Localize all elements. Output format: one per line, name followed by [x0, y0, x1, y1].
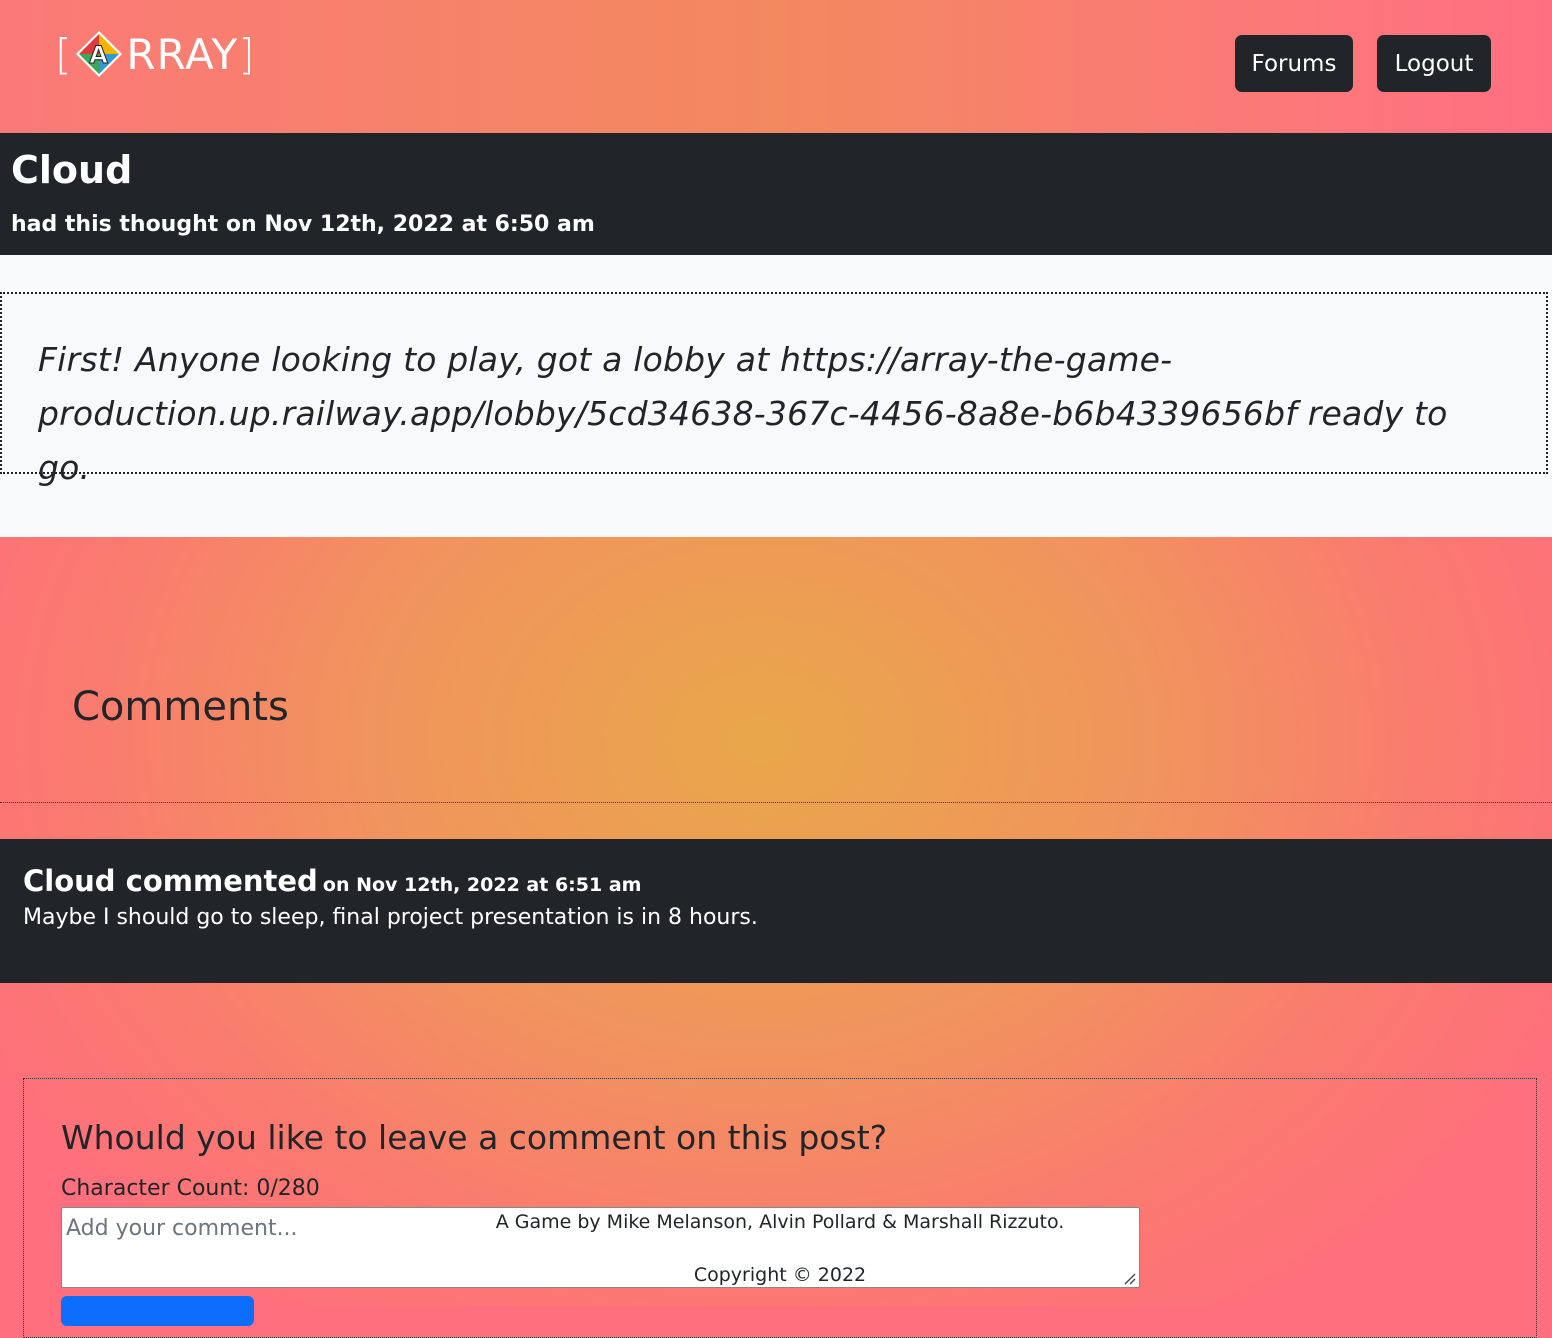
post-text-line-2: production.up.railway.app/lobby/5cd34638… — [38, 394, 1448, 487]
comment-timestamp: on Nov 12th, 2022 at 6:51 am — [322, 874, 642, 896]
post-timestamp: had this thought on Nov 12th, 2022 at 6:… — [11, 212, 595, 237]
comment-text: Maybe I should go to sleep, final projec… — [23, 905, 758, 930]
submit-comment-button[interactable] — [61, 1296, 254, 1326]
logout-button[interactable]: Logout — [1377, 35, 1491, 92]
comment-form-title: Whould you like to leave a comment on th… — [61, 1118, 888, 1157]
post-text: First! Anyone looking to play, got a lob… — [38, 333, 1478, 495]
footer-copyright: Copyright © 2022 — [693, 1264, 867, 1286]
logo-diamond-icon: A — [76, 31, 123, 77]
array-logo[interactable]: [ A RRAY ] — [55, 28, 256, 80]
logo-right-bracket: ] — [238, 29, 256, 79]
forums-button[interactable]: Forums — [1235, 35, 1353, 92]
logo-letter: A — [90, 41, 110, 69]
comment-author: Cloud commented — [23, 864, 318, 898]
logo-left-bracket: [ — [55, 29, 73, 79]
logo-text: RRAY — [126, 29, 239, 79]
post-text-line-1: First! Anyone looking to play, got a lob… — [38, 340, 1173, 379]
footer-credit: A Game by Mike Melanson, Alvin Pollard &… — [495, 1211, 1065, 1233]
post-author: Cloud — [11, 148, 133, 192]
comment-header: Cloud commented on Nov 12th, 2022 at 6:5… — [23, 864, 641, 898]
character-count: Character Count: 0/280 — [61, 1176, 320, 1201]
comments-heading: Comments — [72, 684, 289, 730]
comments-divider — [0, 802, 1552, 803]
